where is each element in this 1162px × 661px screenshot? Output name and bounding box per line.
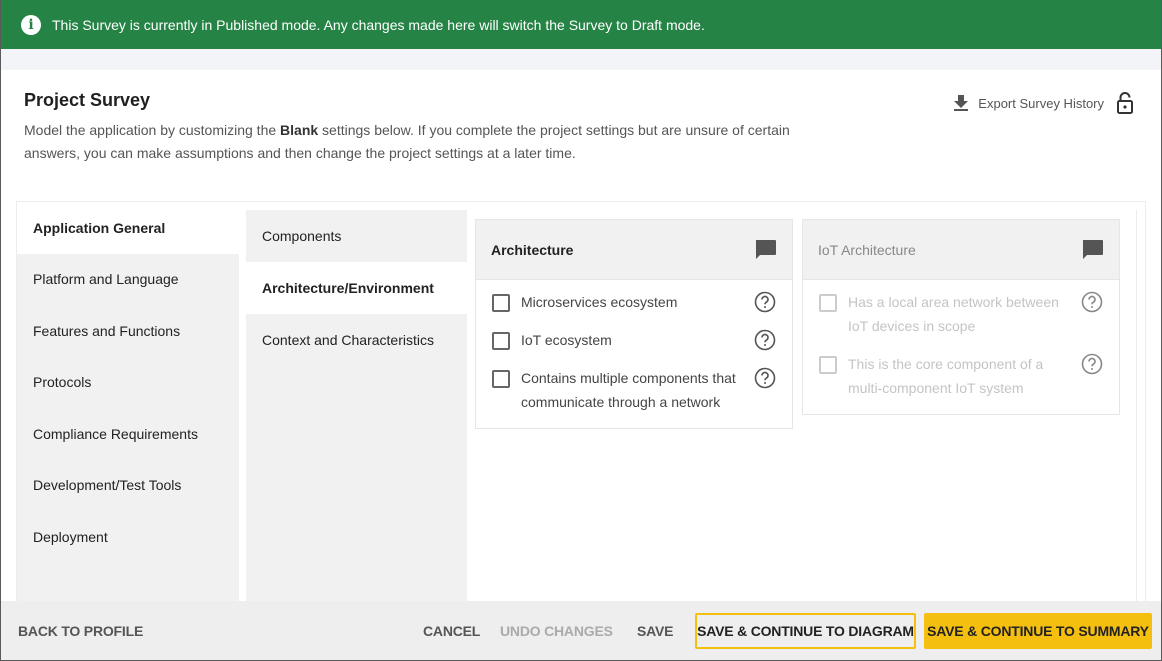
option-row: This is the core component of a multi-co… [819, 353, 1103, 400]
comment-icon[interactable] [1082, 239, 1103, 260]
subnav-label: Context and Characteristics [262, 332, 434, 348]
export-label: Export Survey History [978, 95, 1104, 111]
help-icon[interactable] [754, 291, 776, 313]
action-footer: BACK TO PROFILE CANCEL UNDO CHANGES SAVE… [1, 601, 1161, 660]
nav-platform-and-language[interactable]: Platform and Language [17, 254, 239, 306]
nav-label: Development/Test Tools [33, 477, 182, 494]
option-label: Microservices ecosystem [521, 294, 678, 310]
help-icon[interactable] [1081, 291, 1103, 313]
option-label: This is the core component of a multi-co… [848, 356, 1044, 396]
survey-panel: Application General Platform and Languag… [16, 201, 1146, 612]
page-header: Project Survey Model the application by … [24, 90, 1144, 165]
nav-label: Protocols [33, 374, 92, 391]
description-template-name: Blank [280, 122, 319, 138]
nav-label: Platform and Language [33, 271, 179, 288]
subnav-components[interactable]: Components [246, 210, 467, 262]
nav-application-general[interactable]: Application General [17, 202, 239, 254]
option-row: IoT ecosystem [492, 329, 776, 352]
unlock-icon[interactable] [1116, 92, 1134, 114]
save-continue-summary-button[interactable]: SAVE & CONTINUE TO SUMMARY [924, 612, 1152, 649]
save-continue-diagram-button[interactable]: SAVE & CONTINUE TO DIAGRAM [695, 612, 916, 649]
banner-message: This Survey is currently in Published mo… [52, 16, 705, 33]
description-prefix: Model the application by customizing the [24, 122, 281, 138]
survey-window: i This Survey is currently in Published … [1, 0, 1161, 660]
help-icon[interactable] [754, 367, 776, 389]
help-icon[interactable] [754, 329, 776, 351]
microservices-checkbox[interactable] [492, 294, 510, 312]
card-title: Architecture [491, 241, 574, 258]
card-title: IoT Architecture [818, 241, 916, 258]
card-header: Architecture [476, 220, 792, 280]
subnav-architecture-environment[interactable]: Architecture/Environment [246, 262, 467, 314]
card-options: Microservices ecosystem IoT ecosystem Co… [476, 280, 792, 428]
subnav-label: Architecture/Environment [262, 280, 434, 296]
info-icon: i [21, 14, 41, 35]
option-row: Has a local area network between IoT dev… [819, 291, 1103, 338]
download-icon [954, 95, 969, 111]
primary-section-nav: Application General Platform and Languag… [17, 202, 239, 612]
nav-label: Application General [33, 219, 166, 236]
nav-features-and-functions[interactable]: Features and Functions [17, 305, 239, 357]
nav-compliance-requirements[interactable]: Compliance Requirements [17, 408, 239, 460]
save-button[interactable]: SAVE [637, 613, 673, 649]
page-description: Model the application by customizing the… [24, 119, 814, 165]
nav-development-test-tools[interactable]: Development/Test Tools [17, 460, 239, 512]
multiple-components-checkbox[interactable] [492, 370, 510, 388]
help-icon[interactable] [1081, 353, 1103, 375]
back-to-profile-button[interactable]: BACK TO PROFILE [18, 613, 143, 649]
option-label: Contains multiple components that commun… [521, 370, 736, 410]
nav-label: Compliance Requirements [33, 425, 198, 442]
cancel-button[interactable]: CANCEL [423, 613, 480, 649]
nav-deployment[interactable]: Deployment [17, 511, 239, 563]
option-label: IoT ecosystem [521, 332, 612, 348]
core-component-checkbox[interactable] [819, 356, 837, 374]
undo-changes-button[interactable]: UNDO CHANGES [500, 613, 613, 649]
lan-between-iot-devices-checkbox[interactable] [819, 294, 837, 312]
architecture-card: Architecture Microservices ecosystem IoT… [475, 219, 793, 429]
option-row: Microservices ecosystem [492, 291, 776, 314]
banner-spacer [1, 49, 1161, 70]
subnav-context-and-characteristics[interactable]: Context and Characteristics [246, 314, 467, 366]
nav-protocols[interactable]: Protocols [17, 357, 239, 409]
comment-icon[interactable] [755, 239, 776, 260]
subnav-label: Components [262, 228, 342, 244]
card-header: IoT Architecture [803, 220, 1119, 280]
export-survey-history-button[interactable]: Export Survey History [954, 92, 1144, 114]
secondary-section-nav: Components Architecture/Environment Cont… [246, 210, 467, 612]
nav-label: Deployment [33, 528, 108, 545]
card-options: Has a local area network between IoT dev… [803, 280, 1119, 414]
option-label: Has a local area network between IoT dev… [848, 294, 1059, 334]
option-row: Contains multiple components that commun… [492, 367, 776, 414]
iot-architecture-card: IoT Architecture Has a local area networ… [802, 219, 1120, 415]
question-content: Architecture Microservices ecosystem IoT… [467, 210, 1137, 612]
iot-ecosystem-checkbox[interactable] [492, 332, 510, 350]
published-mode-banner: i This Survey is currently in Published … [1, 0, 1161, 49]
nav-label: Features and Functions [33, 322, 181, 339]
